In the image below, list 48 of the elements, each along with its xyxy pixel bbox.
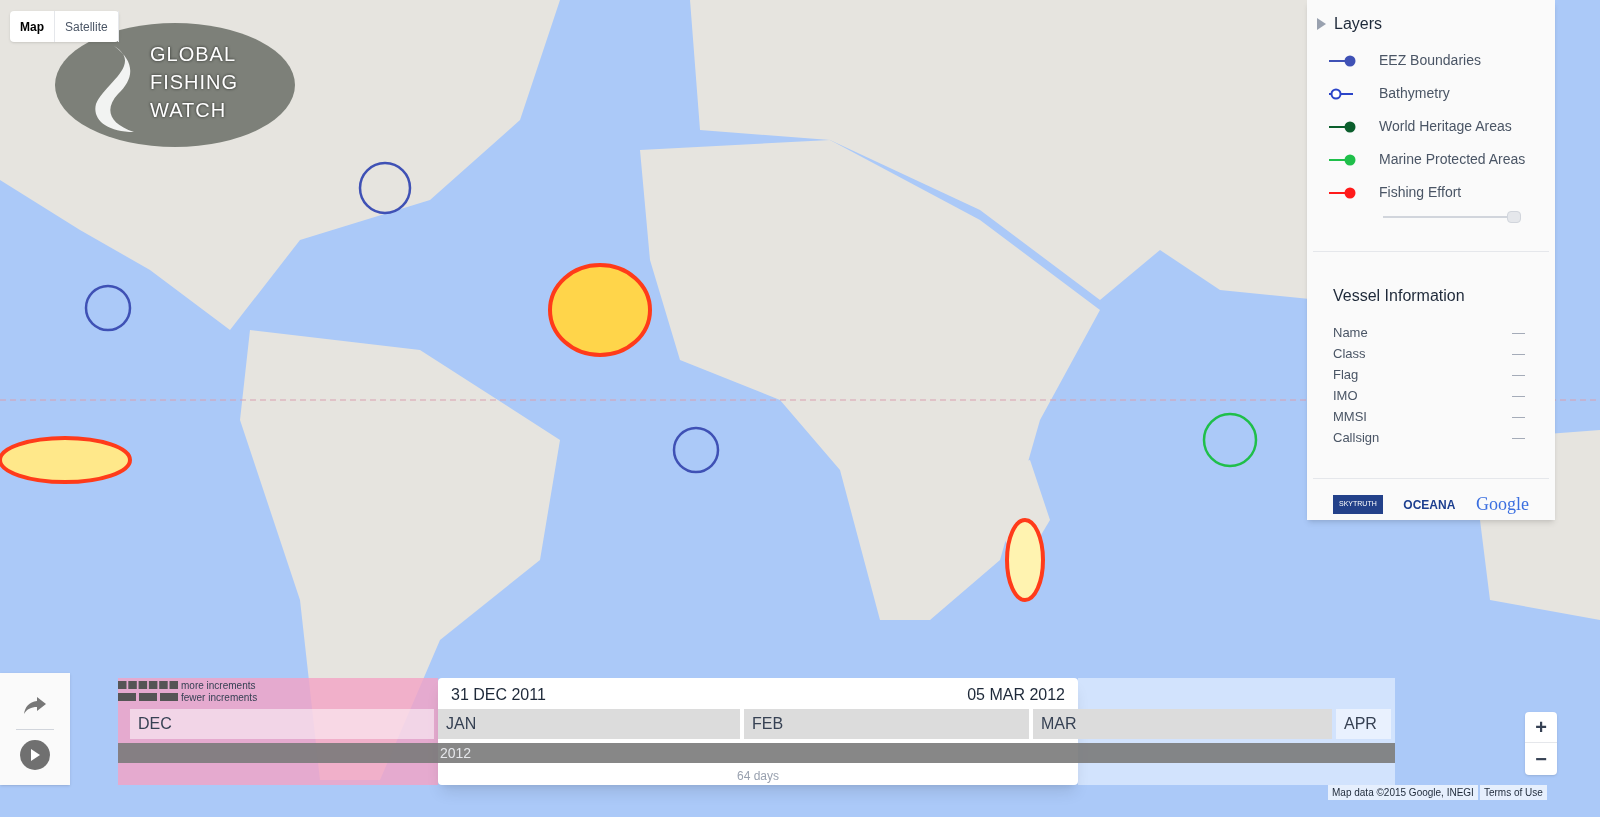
play-button[interactable]: [20, 740, 50, 770]
map-attribution: Map data ©2015 Google, INEGI: [1328, 785, 1478, 800]
zoom-out-button[interactable]: −: [1525, 743, 1557, 774]
vessel-field-label: Callsign: [1333, 428, 1380, 447]
layers-title: Layers: [1334, 14, 1383, 34]
layer-label[interactable]: EEZ Boundaries: [1379, 50, 1481, 71]
opacity-slider[interactable]: [1383, 211, 1521, 223]
vessel-field-value: —: [1512, 323, 1525, 342]
vessel-field-label: Flag: [1333, 365, 1359, 384]
layer-label[interactable]: Bathymetry: [1379, 83, 1450, 104]
month-cell[interactable]: DEC: [130, 709, 434, 740]
logo-text: GLOBAL: [150, 42, 238, 67]
vessel-field-value: —: [1512, 428, 1525, 447]
map-type-tab[interactable]: Satellite: [55, 11, 119, 42]
start-date: 31 DEC 2011: [451, 685, 546, 705]
duration-label: 64 days: [737, 768, 779, 785]
coarse-increments-icon: [118, 693, 178, 701]
partner-logo: OCEANA: [1403, 496, 1456, 514]
month-cell[interactable]: MAR: [1033, 709, 1332, 740]
increment-legend-label: fewer increments: [181, 690, 258, 705]
layer-label[interactable]: Marine Protected Areas: [1379, 149, 1526, 170]
layer-label[interactable]: Fishing Effort: [1379, 182, 1462, 203]
layer-label[interactable]: World Heritage Areas: [1379, 116, 1512, 137]
map-type-tab[interactable]: Map: [10, 11, 55, 42]
vessel-field-value: —: [1512, 407, 1525, 426]
vessel-field-value: —: [1512, 344, 1525, 363]
vessel-field-value: —: [1512, 386, 1525, 405]
vessel-field-value: —: [1512, 365, 1525, 384]
partner-logo: Google: [1476, 493, 1529, 516]
vessel-field-label: Class: [1333, 344, 1366, 363]
month-cell[interactable]: JAN: [438, 709, 740, 740]
terms-link[interactable]: Terms of Use: [1479, 785, 1547, 800]
share-arrow-icon: [23, 695, 47, 715]
zoom-in-button[interactable]: +: [1525, 712, 1557, 743]
logo-text: FISHING: [150, 70, 239, 95]
play-icon: [30, 749, 40, 761]
increment-legend-label: more increments: [181, 678, 256, 693]
vessel-field-label: MMSI: [1333, 407, 1367, 426]
year-label: 2012: [440, 743, 472, 763]
fine-increments-icon: [118, 681, 178, 689]
month-cell[interactable]: APR: [1336, 709, 1391, 740]
vessel-field-label: Name: [1333, 323, 1368, 342]
month-cell[interactable]: FEB: [744, 709, 1029, 740]
vessel-info-title: Vessel Information: [1333, 286, 1466, 306]
vessel-field-label: IMO: [1333, 386, 1358, 405]
end-date: 05 MAR 2012: [967, 685, 1065, 705]
expand-icon[interactable]: [1317, 18, 1326, 30]
logo-text: WATCH: [150, 98, 228, 123]
